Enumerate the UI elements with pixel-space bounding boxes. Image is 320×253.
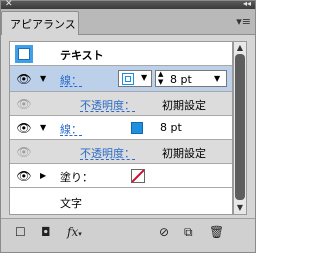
none-slash-icon — [132, 170, 144, 182]
disclosure-open-icon[interactable]: ▼ — [40, 123, 46, 133]
opacity-row-2[interactable]: 👁 不透明度： 初期設定 — [10, 140, 232, 164]
opacity-label-link[interactable]: 不透明度： — [80, 145, 135, 161]
eye-icon[interactable]: 👁 — [15, 122, 33, 134]
panel-titlebar: ✕ ◂◂ — [1, 0, 255, 9]
scroll-down-icon[interactable]: ▼ — [234, 202, 246, 214]
clear-appearance-icon[interactable]: ⊘ — [159, 225, 169, 239]
stroke-label-link[interactable]: 線： — [60, 72, 82, 88]
scroll-up-icon[interactable]: ▲ — [234, 42, 246, 54]
appearance-panel: ✕ ◂◂ アピアランス ▾≡ テキスト 👁 ▼ 線： ▼ ▲ ▼ 8 pt ▼ … — [0, 0, 256, 253]
eye-icon[interactable]: 👁 — [15, 146, 33, 158]
add-effect-fx-icon[interactable]: fx▾ — [67, 225, 82, 241]
eye-icon[interactable]: 👁 — [15, 170, 33, 182]
opacity-value: 初期設定 — [162, 147, 206, 160]
stroke-color-swatch[interactable] — [131, 122, 143, 134]
opacity-row-1[interactable]: 👁 不透明度： 初期設定 — [10, 92, 232, 116]
characters-row[interactable]: 文字 — [10, 188, 232, 214]
characters-label: 文字 — [60, 197, 82, 210]
stroke-row-1[interactable]: 👁 ▼ 線： ▼ ▲ ▼ 8 pt ▼ — [10, 66, 232, 92]
stroke-swatch-dropdown[interactable]: ▼ — [118, 70, 152, 87]
opacity-value: 初期設定 — [162, 99, 206, 112]
stroke-weight-stepper[interactable]: ▲ ▼ 8 pt ▼ — [155, 70, 227, 87]
disclosure-closed-icon[interactable]: ▶ — [40, 171, 46, 181]
object-row[interactable]: テキスト — [10, 42, 232, 66]
eye-icon[interactable]: 👁 — [15, 98, 33, 110]
appearance-list: テキスト 👁 ▼ 線： ▼ ▲ ▼ 8 pt ▼ 👁 不透明度： 初期設定 👁 … — [9, 41, 233, 215]
opacity-label-link[interactable]: 不透明度： — [80, 97, 135, 113]
stroke-weight-value[interactable]: 8 pt — [170, 73, 192, 86]
stroke-label-link[interactable]: 線： — [60, 121, 82, 137]
fill-label[interactable]: 塗り： — [60, 169, 93, 185]
trash-icon[interactable]: 🗑 — [209, 225, 224, 239]
scroll-thumb[interactable] — [235, 54, 245, 200]
tab-appearance[interactable]: アピアランス — [1, 11, 79, 35]
stroke-weight-value: 8 pt — [160, 121, 182, 134]
add-new-fill-icon[interactable]: ◘ — [41, 225, 51, 239]
object-type-label: テキスト — [60, 49, 104, 62]
add-new-stroke-icon[interactable]: ☐ — [15, 225, 26, 239]
panel-menu-icon[interactable]: ▾≡ — [236, 15, 251, 28]
tab-row: アピアランス ▾≡ — [1, 9, 255, 35]
bottom-toolbar: ☐ ◘ fx▾ ⊘ ⧉ 🗑 — [1, 218, 255, 252]
stroke-swatch-icon — [122, 73, 134, 85]
eye-icon[interactable]: 👁 — [15, 73, 33, 85]
chevron-down-icon: ▼ — [141, 73, 148, 82]
decrement-icon[interactable]: ▼ — [158, 79, 163, 86]
scrollbar[interactable]: ▲ ▼ — [233, 41, 247, 215]
chevron-down-icon[interactable]: ▼ — [214, 74, 220, 83]
increment-icon[interactable]: ▲ — [158, 71, 163, 78]
text-object-thumbnail-icon — [15, 45, 33, 63]
disclosure-open-icon[interactable]: ▼ — [40, 74, 46, 84]
duplicate-item-icon[interactable]: ⧉ — [184, 225, 193, 239]
tab-label: アピアランス — [10, 18, 76, 31]
stroke-row-2[interactable]: 👁 ▼ 線： 8 pt — [10, 116, 232, 140]
fill-row[interactable]: 👁 ▶ 塗り： — [10, 164, 232, 188]
fill-none-swatch-icon[interactable] — [131, 169, 145, 183]
